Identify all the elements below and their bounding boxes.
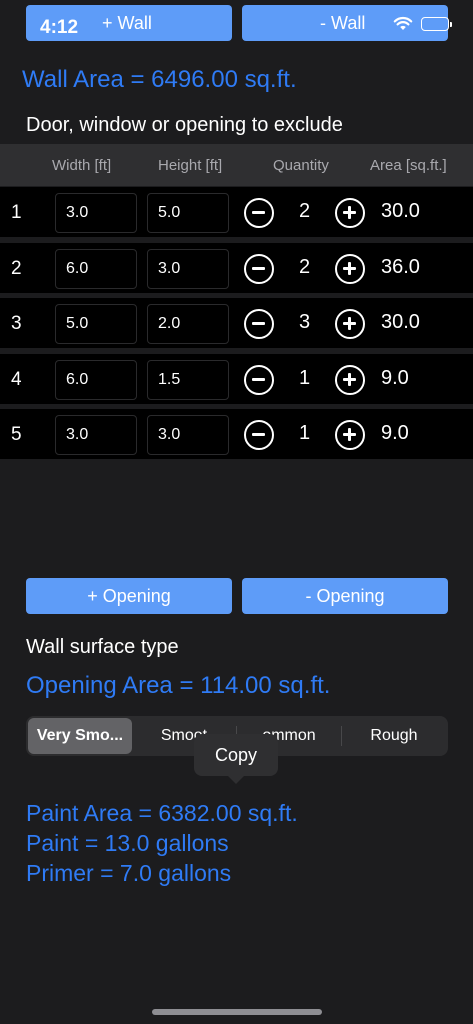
- wifi-icon: [393, 16, 413, 31]
- quantity-value: 2: [299, 200, 311, 222]
- height-field[interactable]: 2.0: [147, 304, 229, 344]
- header-height: Height [ft]: [158, 157, 223, 174]
- paint-gallons-text: Paint = 13.0 gallons: [26, 830, 229, 856]
- minus-circle-icon[interactable]: [244, 420, 274, 450]
- minus-circle-icon[interactable]: [244, 365, 274, 395]
- quantity-value: 1: [299, 367, 311, 389]
- area-value: 9.0: [381, 422, 409, 444]
- status-time: 4:12: [40, 17, 79, 38]
- minus-circle-icon[interactable]: [244, 254, 274, 284]
- paint-area-text: Paint Area = 6382.00 sq.ft.: [26, 800, 298, 826]
- width-field[interactable]: 6.0: [55, 360, 137, 400]
- height-field[interactable]: 3.0: [147, 249, 229, 289]
- primer-gallons-text: Primer = 7.0 gallons: [26, 860, 232, 886]
- wall-area-text: Wall Area = 6496.00 sq.ft.: [22, 66, 297, 93]
- plus-circle-icon[interactable]: [335, 198, 365, 228]
- header-quantity: Quantity: [273, 157, 329, 174]
- table-row: 3 5.0 2.0 3 30.0: [0, 298, 473, 348]
- width-field[interactable]: 6.0: [55, 249, 137, 289]
- table-header: Width [ft] Height [ft] Quantity Area [sq…: [0, 144, 473, 186]
- header-area: Area [sq.ft.]: [370, 157, 447, 174]
- copy-popup[interactable]: Copy: [194, 734, 278, 784]
- table-row: 5 3.0 3.0 1 9.0: [0, 409, 473, 459]
- surface-type-label: Wall surface type: [26, 636, 179, 658]
- results-block: Paint Area = 6382.00 sq.ft. Paint = 13.0…: [26, 798, 298, 888]
- row-number: 4: [11, 369, 22, 390]
- segment-rough[interactable]: Rough: [342, 718, 446, 754]
- width-field[interactable]: 3.0: [55, 415, 137, 455]
- opening-area-text: Opening Area = 114.00 sq.ft.: [26, 672, 331, 699]
- plus-circle-icon[interactable]: [335, 420, 365, 450]
- table-row: 2 6.0 3.0 2 36.0: [0, 243, 473, 293]
- area-value: 9.0: [381, 367, 409, 389]
- segment-very-smooth[interactable]: Very Smo...: [28, 718, 132, 754]
- remove-opening-button[interactable]: - Opening: [242, 578, 448, 614]
- area-value: 30.0: [381, 311, 420, 333]
- plus-circle-icon[interactable]: [335, 365, 365, 395]
- row-number: 2: [11, 258, 22, 279]
- plus-circle-icon[interactable]: [335, 309, 365, 339]
- table-row: 4 6.0 1.5 1 9.0: [0, 354, 473, 404]
- minus-circle-icon[interactable]: [244, 309, 274, 339]
- area-value: 30.0: [381, 200, 420, 222]
- quantity-value: 3: [299, 311, 311, 333]
- width-field[interactable]: 5.0: [55, 304, 137, 344]
- height-field[interactable]: 1.5: [147, 360, 229, 400]
- row-number: 3: [11, 313, 22, 334]
- quantity-value: 1: [299, 422, 311, 444]
- height-field[interactable]: 5.0: [147, 193, 229, 233]
- row-number: 5: [11, 424, 22, 445]
- home-indicator[interactable]: [152, 1009, 322, 1015]
- quantity-value: 2: [299, 256, 311, 278]
- table-row: 1 3.0 5.0 2 30.0: [0, 187, 473, 237]
- height-field[interactable]: 3.0: [147, 415, 229, 455]
- exclude-label: Door, window or opening to exclude: [26, 114, 343, 136]
- plus-circle-icon[interactable]: [335, 254, 365, 284]
- status-icons: [393, 16, 452, 31]
- area-value: 36.0: [381, 256, 420, 278]
- battery-icon: [421, 16, 452, 31]
- row-number: 1: [11, 202, 22, 223]
- add-opening-button[interactable]: + Opening: [26, 578, 232, 614]
- width-field[interactable]: 3.0: [55, 193, 137, 233]
- header-width: Width [ft]: [52, 157, 112, 174]
- screen: 4:12 + Wall - Wall Wall Area = 6496.00 s…: [0, 0, 473, 1024]
- minus-circle-icon[interactable]: [244, 198, 274, 228]
